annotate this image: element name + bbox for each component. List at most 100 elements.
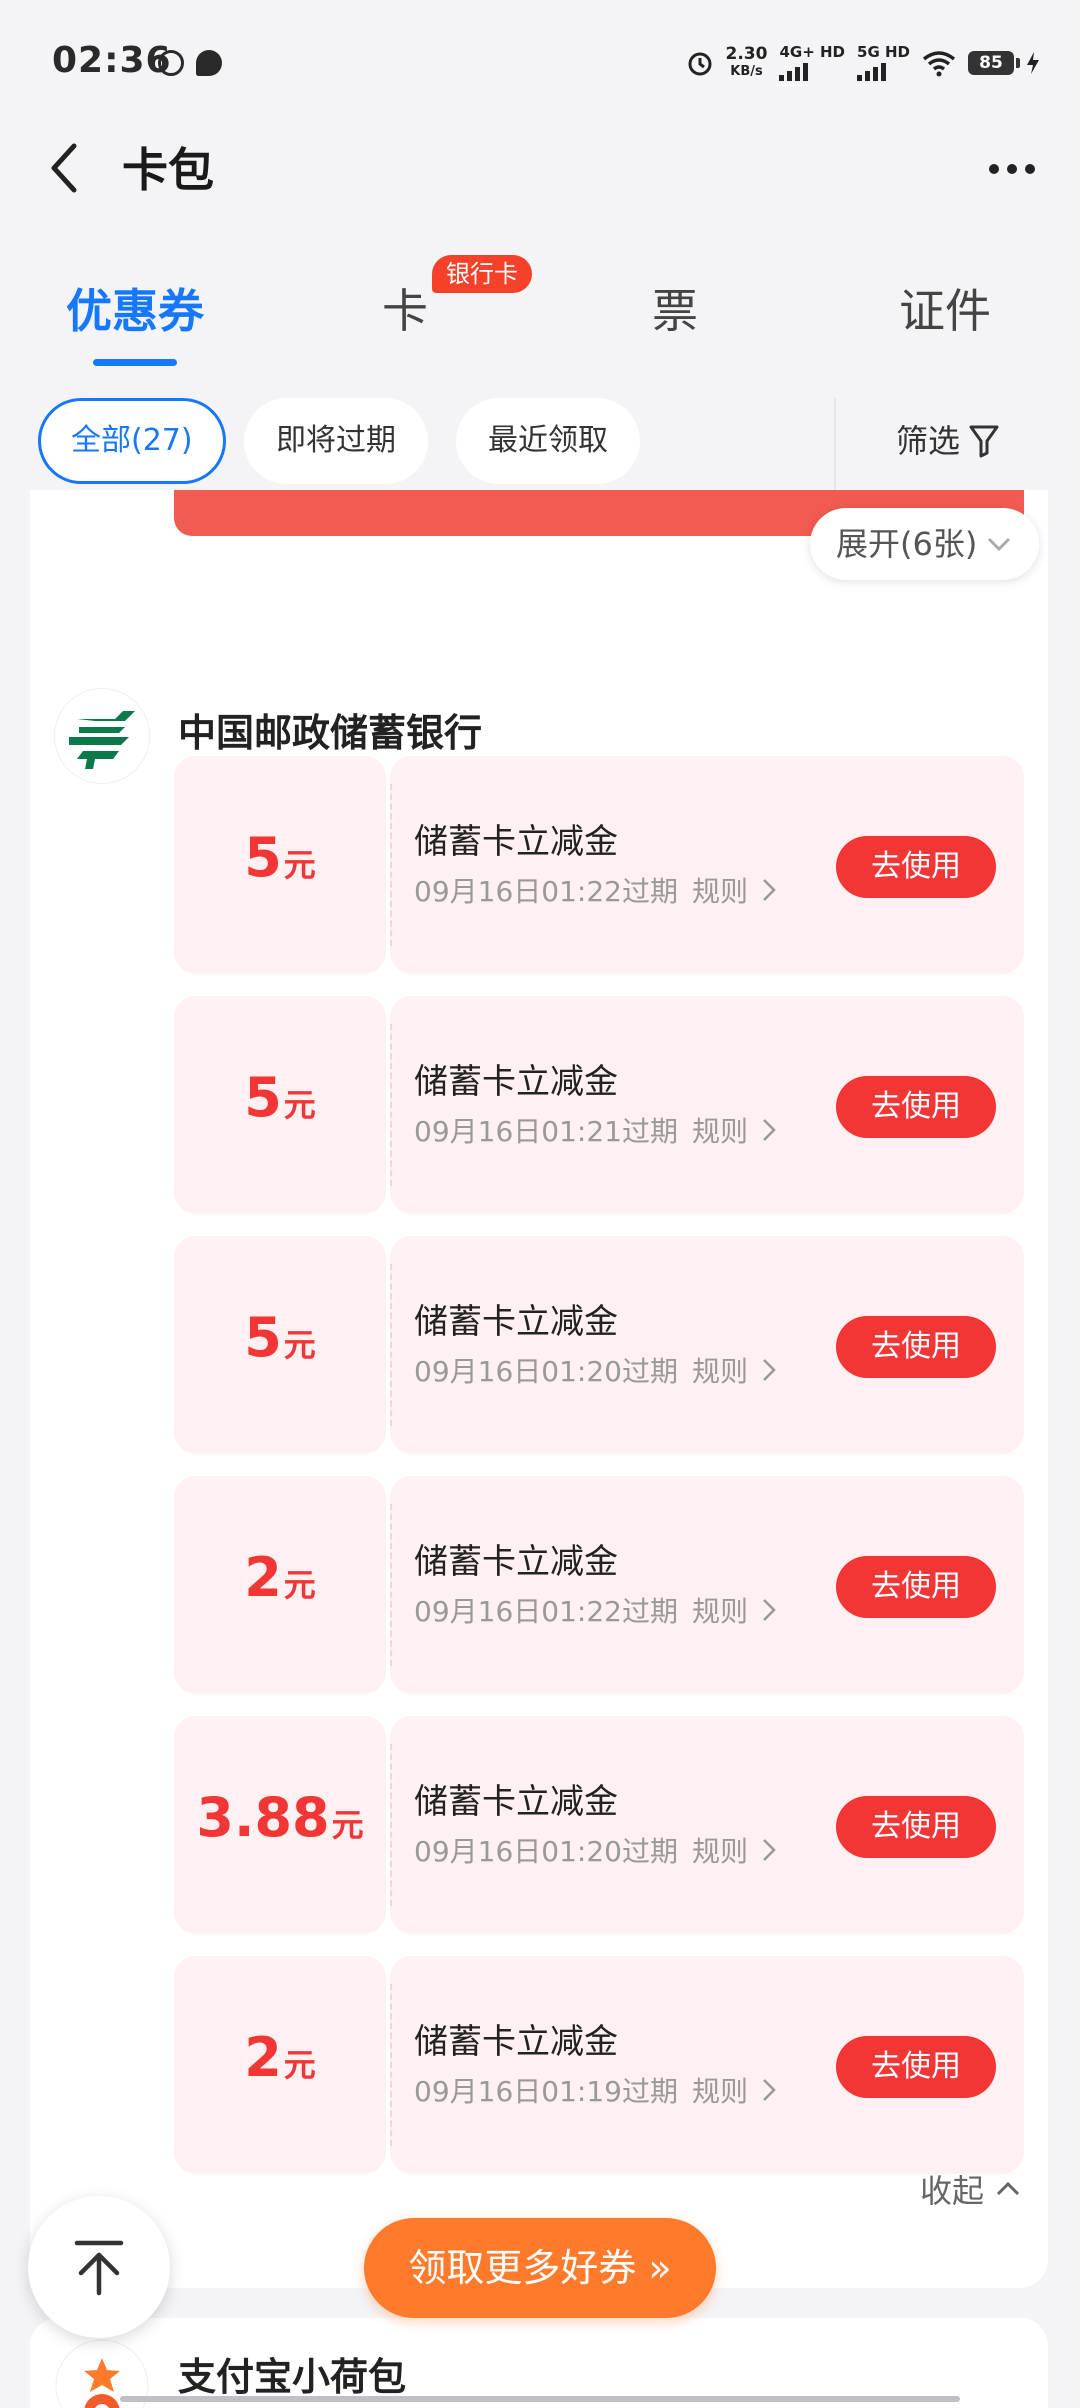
coupon-detail: 储蓄卡立减金 09月16日01:21过期 规则 去使用	[390, 996, 1024, 1214]
chevron-right-icon	[763, 879, 776, 901]
coupon-card[interactable]: 2 元 储蓄卡立减金 09月16日01:22过期 规则 去使用	[174, 1476, 1024, 1694]
coupon-divider	[390, 1504, 392, 1666]
coupon-card[interactable]: 2 元 储蓄卡立减金 09月16日01:19过期 规则 去使用	[174, 1956, 1024, 2174]
scroll-to-top-button[interactable]	[28, 2196, 170, 2338]
card-wallet-page: 02:36 2.30 KB/s 4G+ HD 5G HD 85 卡包 优惠券 卡…	[0, 0, 1080, 2408]
coupon-detail: 储蓄卡立减金 09月16日01:20过期 规则 去使用	[390, 1236, 1024, 1454]
coupon-amount-unit: 元	[283, 846, 316, 884]
coupon-expiry: 09月16日01:20过期	[414, 1355, 678, 1388]
speed-unit: KB/s	[730, 64, 763, 79]
status-bar: 02:36 2.30 KB/s 4G+ HD 5G HD 85	[0, 0, 1080, 120]
use-coupon-button[interactable]: 去使用	[836, 1556, 996, 1618]
coupon-card[interactable]: 3.88 元 储蓄卡立减金 09月16日01:20过期 规则 去使用	[174, 1716, 1024, 1934]
chevron-right-icon	[763, 2079, 776, 2101]
arrow-up-to-top-icon	[74, 2240, 124, 2296]
chevron-down-icon	[988, 537, 1011, 552]
filter-button[interactable]: 筛选	[896, 398, 1000, 484]
filter-chip-recent[interactable]: 最近领取	[456, 398, 640, 484]
coupon-rule-link[interactable]: 规则	[692, 870, 748, 910]
coupon-meta: 09月16日01:20过期 规则	[414, 1830, 776, 1870]
coupon-card[interactable]: 5 元 储蓄卡立减金 09月16日01:20过期 规则 去使用	[174, 1236, 1024, 1454]
bank-name: 中国邮政储蓄银行	[178, 711, 483, 755]
coupon-divider	[390, 1024, 392, 1186]
expand-button[interactable]: 展开(6张)	[810, 508, 1040, 580]
next-card-group: 支付宝小荷包	[30, 2318, 1048, 2408]
collapse-button[interactable]: 收起	[920, 2166, 1022, 2212]
coupon-title: 储蓄卡立减金	[414, 1542, 618, 1582]
tab-coupons[interactable]: 优惠券	[25, 275, 245, 341]
tab-tickets[interactable]: 票	[565, 275, 785, 341]
more-dot-icon	[1007, 164, 1017, 174]
get-more-coupons-button[interactable]: 领取更多好券 »	[364, 2218, 716, 2318]
coupon-title: 储蓄卡立减金	[414, 1782, 618, 1822]
signal-5g: 5G HD	[857, 45, 910, 81]
bank-card-group: 中国邮政储蓄银行 5 元 储蓄卡立减金 09月16日01:22过期 规则 去使用	[30, 668, 1048, 2288]
coupon-divider	[390, 784, 392, 946]
coupon-meta: 09月16日01:21过期 规则	[414, 1110, 776, 1150]
home-indicator[interactable]	[120, 2396, 960, 2402]
signal-5g-label: 5G HD	[857, 43, 910, 61]
speed-value: 2.30	[725, 44, 768, 64]
next-card-name: 支付宝小荷包	[178, 2355, 407, 2399]
coupon-meta: 09月16日01:19过期 规则	[414, 2070, 776, 2110]
coupon-card[interactable]: 5 元 储蓄卡立减金 09月16日01:21过期 规则 去使用	[174, 996, 1024, 1214]
battery-icon: 85	[968, 51, 1020, 75]
coupon-expiry: 09月16日01:21过期	[414, 1115, 678, 1148]
coupon-amount-value: 5	[244, 826, 282, 889]
coupon-amount: 5 元	[174, 1236, 386, 1454]
header: 卡包	[0, 120, 1080, 240]
use-coupon-button[interactable]: 去使用	[836, 1076, 996, 1138]
coupon-title: 储蓄卡立减金	[414, 1302, 618, 1342]
status-icons: 2.30 KB/s 4G+ HD 5G HD 85	[686, 38, 1040, 88]
signal-4g-label: 4G+ HD	[779, 43, 846, 61]
coupon-list[interactable]: 展开(6张) 中国邮政储蓄银行 5 元 储蓄卡立减金 09月16日01:22过期…	[0, 490, 1080, 2408]
coupon-rule-link[interactable]: 规则	[692, 2070, 748, 2110]
use-coupon-button[interactable]: 去使用	[836, 1796, 996, 1858]
tab-documents[interactable]: 证件	[835, 275, 1055, 341]
coupon-rule-link[interactable]: 规则	[692, 1830, 748, 1870]
coupon-meta: 09月16日01:22过期 规则	[414, 1590, 776, 1630]
chevron-right-icon	[763, 1119, 776, 1141]
coupon-title: 储蓄卡立减金	[414, 1062, 618, 1102]
coupon-amount: 5 元	[174, 996, 386, 1214]
app-notification-icon	[158, 50, 184, 76]
coupon-amount: 3.88 元	[174, 1716, 386, 1934]
funnel-icon	[969, 425, 999, 458]
collapse-label: 收起	[920, 2172, 985, 2210]
expand-label: 展开(6张)	[836, 525, 978, 563]
wifi-icon	[922, 51, 956, 77]
use-coupon-button[interactable]: 去使用	[836, 836, 996, 898]
more-dot-icon	[989, 164, 999, 174]
message-notification-icon	[196, 50, 222, 76]
coupon-rule-link[interactable]: 规则	[692, 1350, 748, 1390]
status-time: 02:36	[52, 40, 172, 81]
chevron-up-icon	[996, 2181, 1020, 2196]
psbc-logo-mark	[55, 689, 149, 783]
coupon-amount-unit: 元	[283, 1326, 316, 1364]
coupon-meta: 09月16日01:22过期 规则	[414, 870, 776, 910]
back-button[interactable]	[40, 128, 120, 208]
filter-chip-all[interactable]: 全部(27)	[38, 398, 226, 484]
coupon-detail: 储蓄卡立减金 09月16日01:22过期 规则 去使用	[390, 756, 1024, 974]
filter-label: 筛选	[896, 422, 961, 460]
page-title: 卡包	[122, 143, 214, 197]
coupon-expiry: 09月16日01:22过期	[414, 875, 678, 908]
coupon-rule-link[interactable]: 规则	[692, 1590, 748, 1630]
filter-chip-expiring[interactable]: 即将过期	[244, 398, 428, 484]
more-options-button[interactable]	[972, 144, 1052, 194]
chevron-right-icon	[763, 1599, 776, 1621]
coupon-amount-unit: 元	[331, 1806, 364, 1844]
coupon-amount-value: 2	[244, 2026, 282, 2089]
use-coupon-button[interactable]: 去使用	[836, 1316, 996, 1378]
coupon-expiry: 09月16日01:20过期	[414, 1835, 678, 1868]
tab-bar: 优惠券 卡 银行卡 票 证件	[0, 255, 1080, 375]
coupon-amount-value: 5	[244, 1306, 282, 1369]
charging-icon	[1027, 52, 1039, 74]
coupon-card[interactable]: 5 元 储蓄卡立减金 09月16日01:22过期 规则 去使用	[174, 756, 1024, 974]
coupon-expiry: 09月16日01:19过期	[414, 2075, 678, 2108]
tab-active-underline	[93, 359, 177, 366]
psbc-logo	[54, 688, 150, 784]
coupon-rule-link[interactable]: 规则	[692, 1110, 748, 1150]
use-coupon-button[interactable]: 去使用	[836, 2036, 996, 2098]
more-dot-icon	[1025, 164, 1035, 174]
